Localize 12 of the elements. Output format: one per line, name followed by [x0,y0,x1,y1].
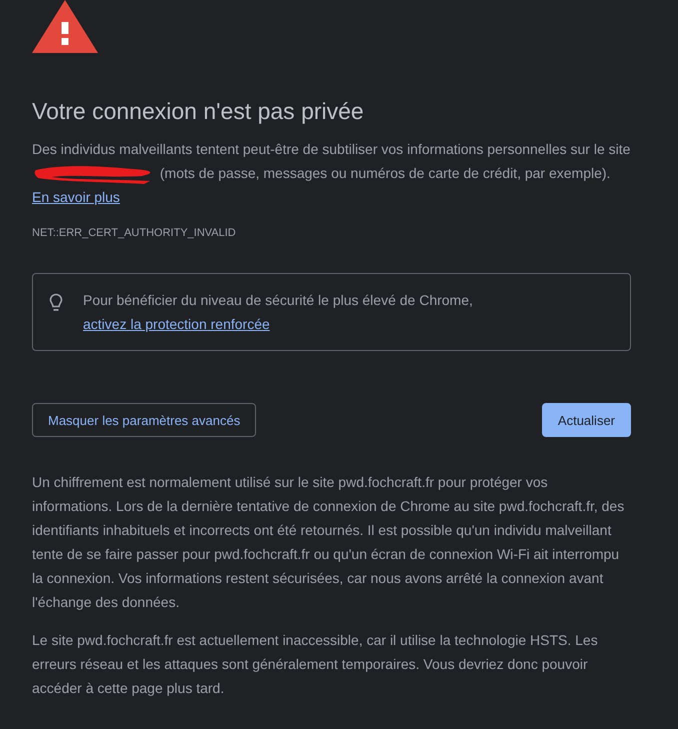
warning-icon [32,0,98,53]
error-code: NET::ERR_CERT_AUTHORITY_INVALID [32,227,237,239]
advanced-button[interactable]: Masquer les paramètres avancés [32,403,256,437]
enhanced-protection-link[interactable]: activez la protection renforcée [83,316,270,332]
page-title: Votre connexion n'est pas privée [32,97,365,125]
learn-more-link[interactable]: En savoir plus [32,189,120,205]
details-paragraph: Un chiffrement est normalement utilisé sur le site pwd.fochcraft.fr pour protéger vos informations. Lors de la dernière tentative de connexion de Chrome au site pwd.fochcraft.fr, des identifiants inhabituels et incorrects ont été retournés. Il est possible qu'un individu malveillant tente de se faire passer pour pwd.fochcraft.fr ou qu'un écran de connexion Wi-Fi ait interrompu la connexion. Vos informations restent sécurisées, car nous avons arrêté la connexion avant l'échange des données. [32,473,626,612]
reload-button[interactable]: Actualiser [542,403,631,437]
intro-paragraph: Des individus malveillants tentent peut-être de subtiliser vos informations personnelles sur le site (mots de passe, messages ou numéros de carte de crédit, par exemple). En savoir plus [32,140,631,207]
details-paragraph: Le site pwd.fochcraft.fr est actuellement inaccessible, car il utilise la technologie HSTS. Les erreurs réseau et les attaques sont généralement temporaires. Vous devriez donc pouvoir accéder à cette page plus tard. [32,631,599,698]
tip-text: Pour bénéficier du niveau de sécurité le plus élevé de Chrome, activez la protection renforcée [83,291,474,334]
lightbulb-icon [49,293,63,313]
